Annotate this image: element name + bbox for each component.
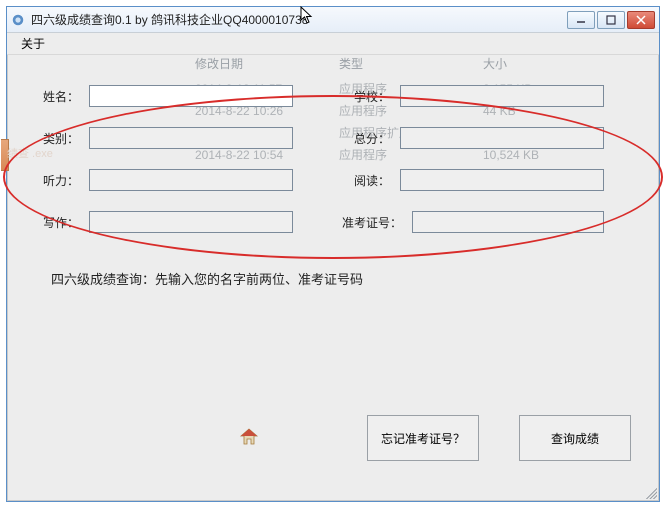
ticket-input[interactable]	[412, 211, 604, 233]
maximize-button[interactable]	[597, 11, 625, 29]
ghost-type-header: 类型	[339, 55, 467, 72]
resize-grip[interactable]	[643, 485, 657, 499]
instruction-text: 四六级成绩查询：先输入您的名字前两位、准考证号码	[51, 269, 363, 288]
ghost-size-header: 大小	[483, 55, 611, 72]
window-title: 四六级成绩查询0.1 by 鸽讯科技企业QQ4000010738	[31, 11, 567, 28]
query-score-button[interactable]: 查询成绩	[519, 415, 631, 461]
app-window: 四六级成绩查询0.1 by 鸽讯科技企业QQ4000010738 关于 绩查 .…	[6, 6, 660, 502]
reading-input[interactable]	[400, 169, 604, 191]
client-area: 绩查 .exe 修改日期 2014-8-18 11:57 2014-8-22 1…	[7, 55, 659, 501]
school-input[interactable]	[400, 85, 604, 107]
category-input[interactable]	[89, 127, 293, 149]
close-button[interactable]	[627, 11, 655, 29]
menu-about[interactable]: 关于	[13, 33, 53, 54]
listening-label: 听力：	[19, 172, 89, 189]
school-label: 学校：	[330, 88, 400, 105]
writing-input[interactable]	[89, 211, 293, 233]
listening-input[interactable]	[89, 169, 293, 191]
total-input[interactable]	[400, 127, 604, 149]
app-icon	[11, 13, 25, 27]
ticket-label: 准考证号：	[330, 214, 412, 231]
ghost-date-header: 修改日期	[195, 55, 323, 72]
reading-label: 阅读：	[330, 172, 400, 189]
total-label: 总分：	[330, 130, 400, 147]
writing-label: 写作：	[19, 214, 89, 231]
category-label: 类别：	[19, 130, 89, 147]
home-icon	[239, 427, 259, 447]
name-label: 姓名：	[19, 88, 89, 105]
score-form: 姓名： 学校： 类别： 总分：	[19, 83, 641, 251]
forgot-ticket-button[interactable]: 忘记准考证号？	[367, 415, 479, 461]
name-input[interactable]	[89, 85, 293, 107]
menu-bar: 关于	[7, 33, 659, 55]
minimize-button[interactable]	[567, 11, 595, 29]
title-bar[interactable]: 四六级成绩查询0.1 by 鸽讯科技企业QQ4000010738	[7, 7, 659, 33]
